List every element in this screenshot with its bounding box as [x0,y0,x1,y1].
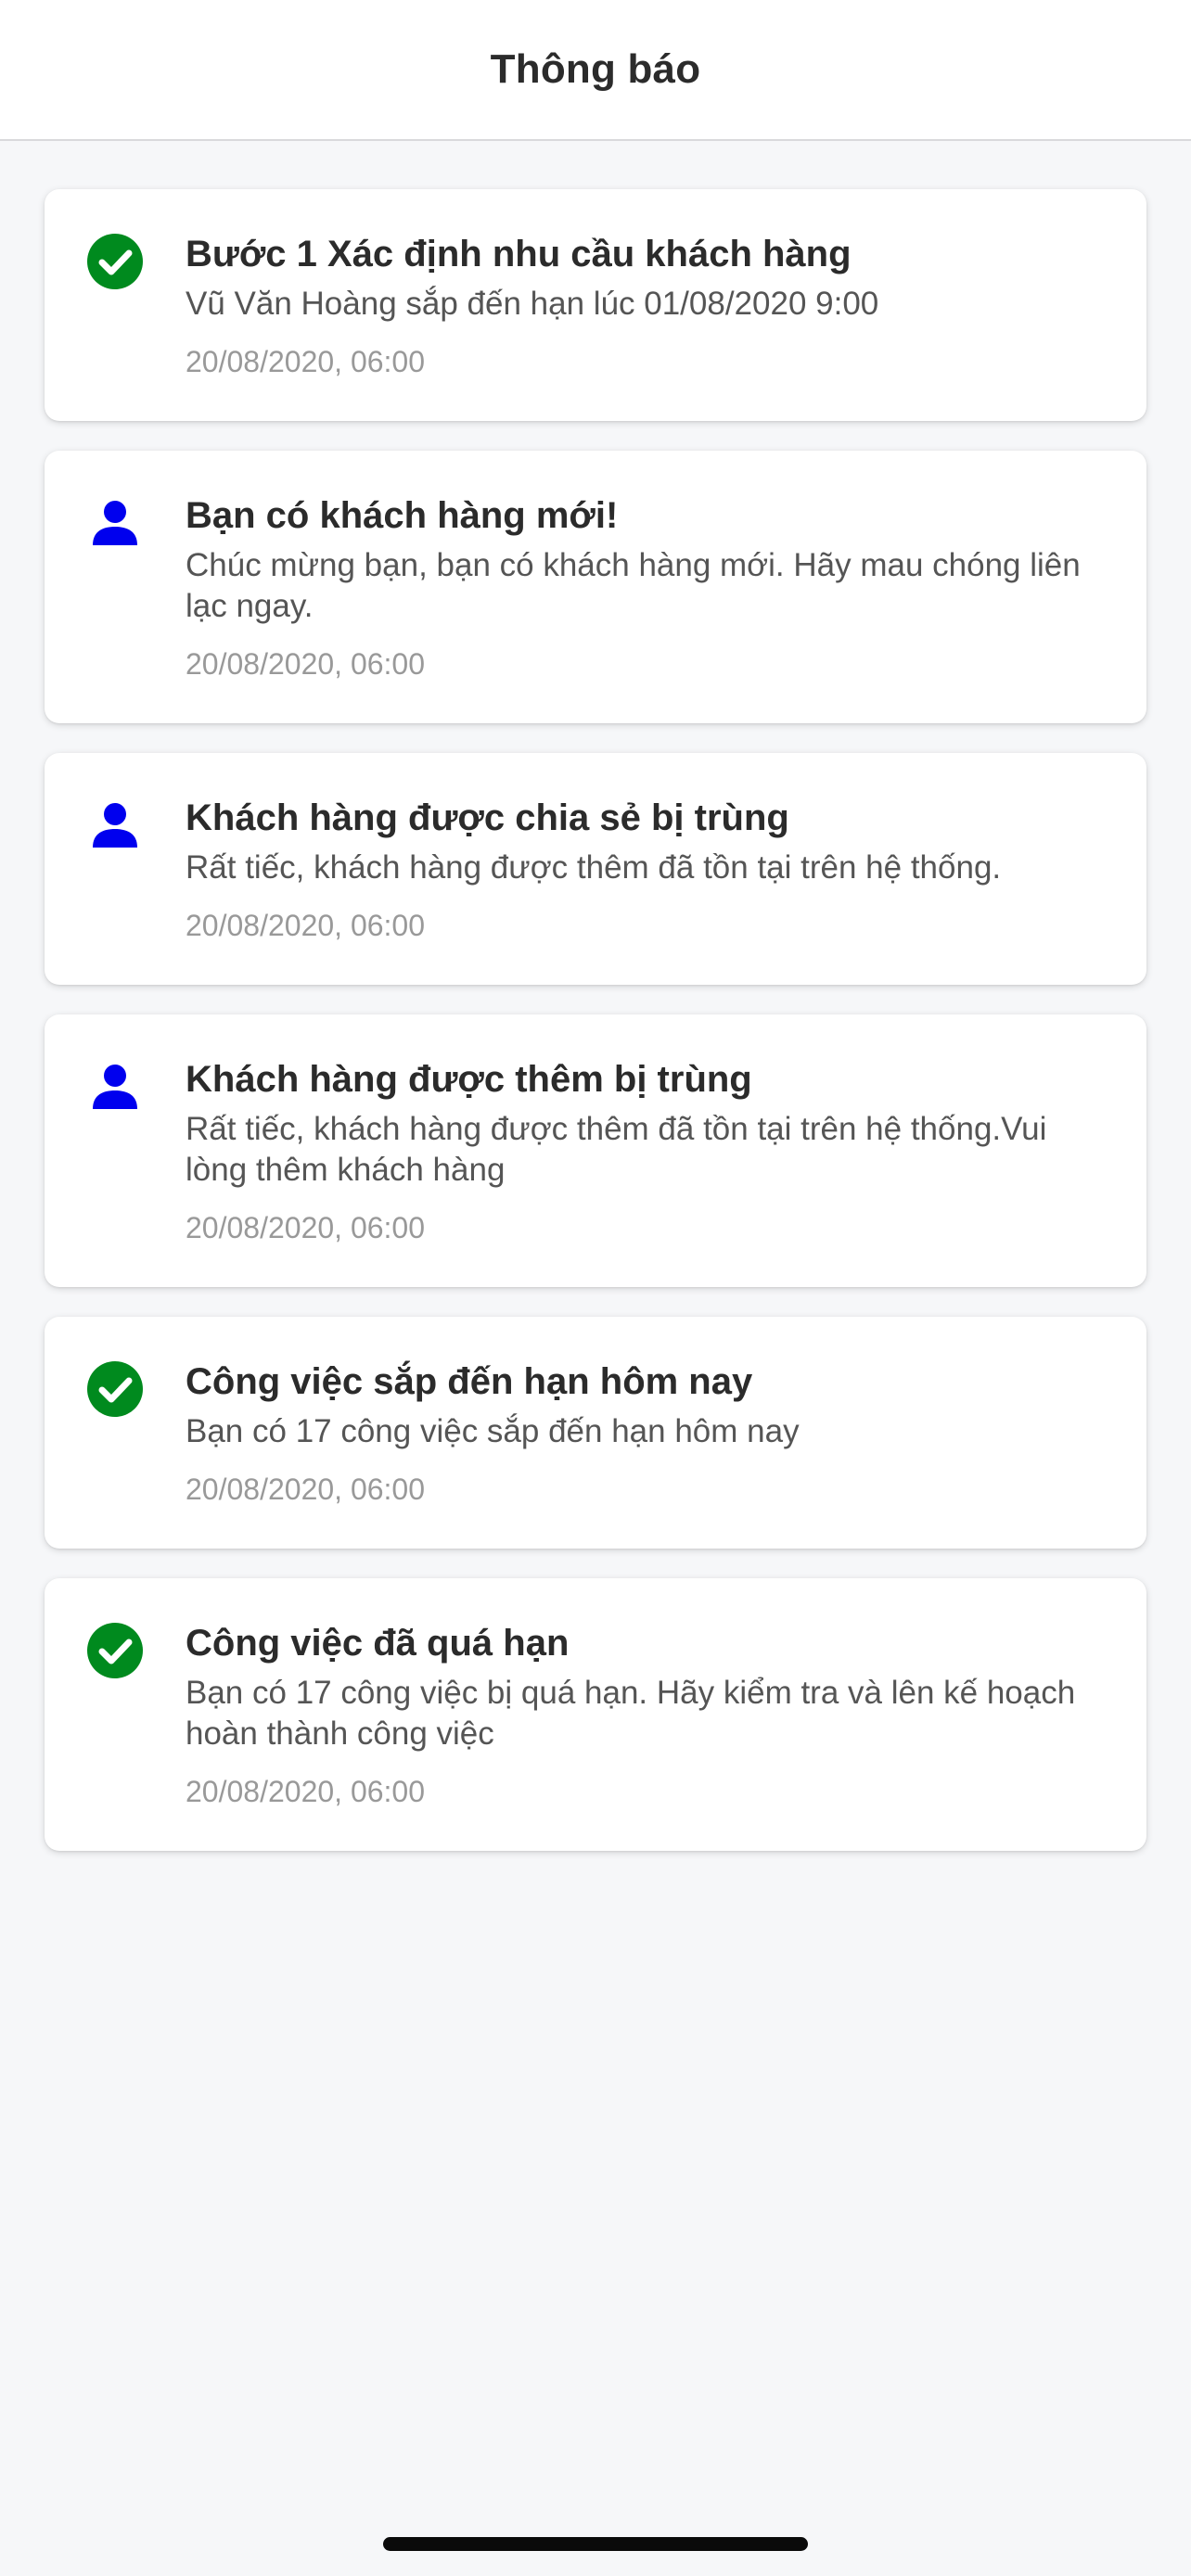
notification-title: Bạn có khách hàng mới! [186,495,619,536]
notification-time: 20/08/2020, 06:00 [186,345,426,378]
user-icon [85,796,145,855]
notification-message: Bạn có 17 công việc sắp đến hạn hôm nay [186,1413,800,1449]
user-icon [85,1057,145,1116]
notification-item[interactable]: Công việc sắp đến hạn hôm nay Bạn có 17 … [45,1317,1146,1549]
notification-item[interactable]: Công việc đã quá hạn Bạn có 17 công việc… [45,1578,1146,1851]
check-circle-icon [85,1621,145,1680]
notification-item[interactable]: Bước 1 Xác định nhu cầu khách hàng Vũ Vă… [45,189,1146,421]
notification-message: Rất tiếc, khách hàng được thêm đã tồn tạ… [186,849,1002,886]
notification-title: Công việc đã quá hạn [186,1623,570,1664]
notification-time: 20/08/2020, 06:00 [186,909,426,942]
notification-list: Bước 1 Xác định nhu cầu khách hàng Vũ Vă… [45,189,1146,1881]
check-circle-icon [85,1359,145,1419]
notification-item[interactable]: Khách hàng được chia sẻ bị trùng Rất tiế… [45,753,1146,985]
home-indicator[interactable] [383,2537,808,2551]
notification-message: Rất tiếc, khách hàng được thêm đã tồn tạ… [186,1111,1047,1188]
notification-time: 20/08/2020, 06:00 [186,647,426,681]
notification-message: Chúc mừng bạn, bạn có khách hàng mới. Hã… [186,547,1081,624]
notification-time: 20/08/2020, 06:00 [186,1775,426,1808]
notification-time: 20/08/2020, 06:00 [186,1211,426,1244]
notification-message: Vũ Văn Hoàng sắp đến hạn lúc 01/08/2020 … [186,286,879,322]
header-bar: Thông báo [0,0,1191,141]
notification-title: Bước 1 Xác định nhu cầu khách hàng [186,234,852,274]
notification-title: Khách hàng được thêm bị trùng [186,1059,752,1100]
notification-item[interactable]: Khách hàng được thêm bị trùng Rất tiếc, … [45,1014,1146,1287]
notification-message: Bạn có 17 công việc bị quá hạn. Hãy kiểm… [186,1675,1076,1752]
page-title: Thông báo [490,46,701,92]
notification-item[interactable]: Bạn có khách hàng mới! Chúc mừng bạn, bạ… [45,451,1146,723]
check-circle-icon [85,232,145,291]
notification-time: 20/08/2020, 06:00 [186,1473,426,1506]
user-icon [85,493,145,553]
notification-title: Khách hàng được chia sẻ bị trùng [186,797,789,838]
notification-title: Công việc sắp đến hạn hôm nay [186,1361,753,1402]
